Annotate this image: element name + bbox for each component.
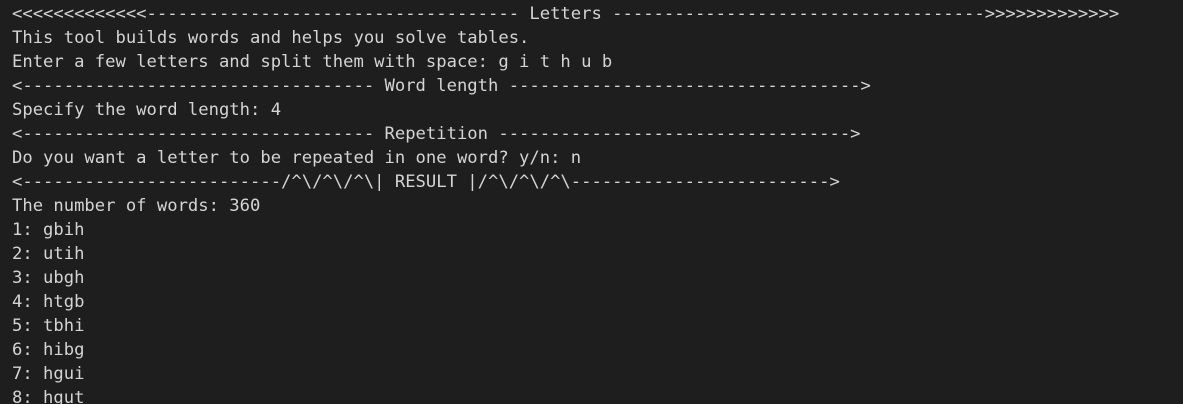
banner-result: <-------------------------/^\/^\/^\| RES… <box>12 172 840 192</box>
word-count: The number of words: 360 <box>12 196 261 216</box>
terminal-output[interactable]: <<<<<<<<<<<<<---------------------------… <box>0 0 1183 404</box>
result-word: 4: htgb <box>12 292 85 312</box>
result-word: 6: hibg <box>12 340 85 360</box>
result-word: 2: utih <box>12 244 85 264</box>
result-word: 5: tbhi <box>12 316 85 336</box>
banner-letters: <<<<<<<<<<<<<---------------------------… <box>12 4 1120 24</box>
letters-prompt: Enter a few letters and split them with … <box>12 52 613 72</box>
banner-repetition: <---------------------------------- Repe… <box>12 124 861 144</box>
word-length-prompt: Specify the word length: 4 <box>12 100 282 120</box>
result-word: 8: hgut <box>12 388 85 404</box>
repetition-prompt: Do you want a letter to be repeated in o… <box>12 148 582 168</box>
intro-text: This tool builds words and helps you sol… <box>12 28 530 48</box>
banner-word-length: <---------------------------------- Word… <box>12 76 871 96</box>
result-word: 7: hgui <box>12 364 85 384</box>
result-word: 1: gbih <box>12 220 85 240</box>
result-word: 3: ubgh <box>12 268 85 288</box>
